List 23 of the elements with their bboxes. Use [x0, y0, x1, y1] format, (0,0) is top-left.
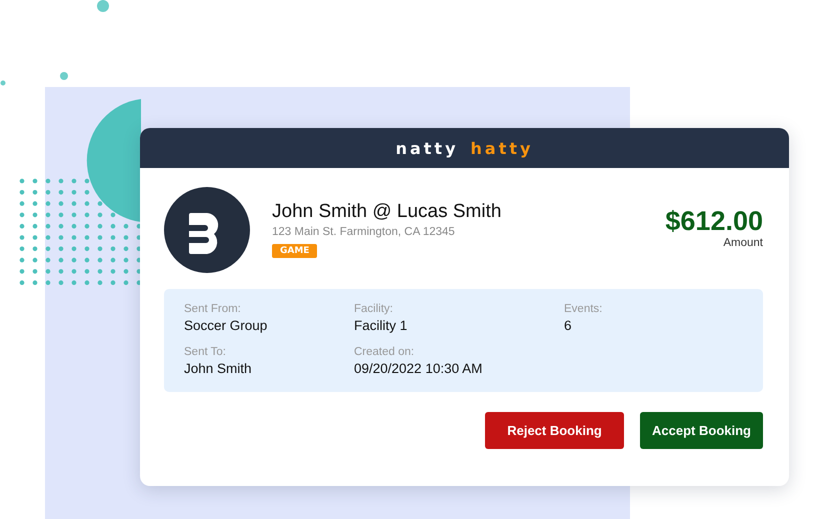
- field-value: 09/20/2022 10:30 AM: [354, 361, 484, 376]
- amount-value: $612.00: [665, 206, 763, 237]
- dot-shape: [0, 80, 6, 86]
- amount-label: Amount: [722, 237, 763, 249]
- address-text: 123 Main St. Farmington, CA 12345: [272, 226, 456, 238]
- field-label: Events:: [564, 303, 604, 315]
- booking-title: John Smith @ Lucas Smith: [272, 201, 502, 223]
- logo-word: hatty: [470, 138, 534, 158]
- logo-avatar-icon: [164, 187, 250, 273]
- field-value: 6: [564, 318, 573, 333]
- field-label: Sent To:: [184, 346, 227, 358]
- accept-button[interactable]: Accept Booking: [640, 412, 763, 449]
- logo-word: natty: [396, 138, 458, 158]
- field-label: Facility:: [354, 303, 394, 315]
- field-value: Soccer Group: [184, 318, 268, 333]
- game-tag: GAME: [272, 244, 318, 258]
- field-label: Created on:: [354, 346, 416, 358]
- dot-shape: [60, 72, 68, 80]
- field-value: John Smith: [184, 361, 253, 376]
- dot-shape: [97, 0, 109, 12]
- field-value: Facility 1: [354, 318, 408, 333]
- field-label: Sent From:: [184, 303, 242, 315]
- reject-button[interactable]: Reject Booking: [485, 412, 624, 449]
